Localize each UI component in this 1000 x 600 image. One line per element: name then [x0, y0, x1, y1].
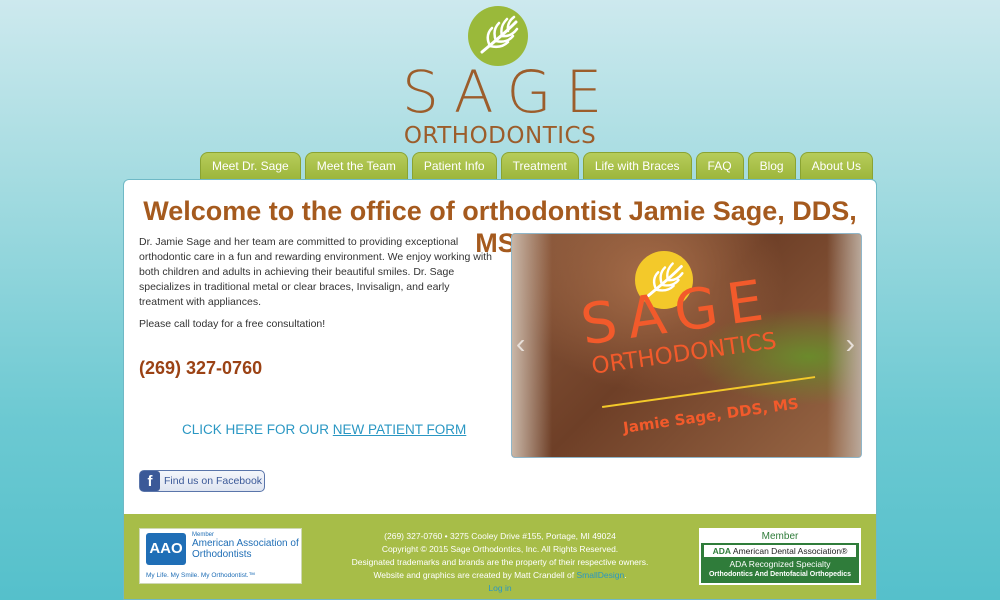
aao-name: American Association of Orthodontists — [192, 538, 299, 560]
credit-suffix: . — [624, 570, 627, 580]
aao-logo-icon: AAO — [146, 533, 186, 565]
phone-number[interactable]: (269) 327-0760 — [139, 358, 262, 379]
new-patient-form-link[interactable]: NEW PATIENT FORM — [333, 422, 467, 437]
footer-trademarks: Designated trademarks and brands are the… — [351, 557, 649, 567]
site-logo[interactable]: SAGE ORTHODONTICS — [392, 6, 608, 151]
ada-association: ADA American Dental Association® — [704, 545, 856, 557]
logo-subtitle: ORTHODONTICS — [403, 123, 597, 149]
call-text: Please call today for a free consultatio… — [139, 318, 326, 330]
sage-leaf-icon — [468, 6, 528, 66]
slideshow-prev-arrow[interactable]: ‹ — [516, 330, 525, 358]
footer-info: (269) 327-0760 • 3275 Cooley Drive #155,… — [324, 530, 676, 595]
aao-tagline: My Life. My Smile. My Orthodontist.™ — [146, 572, 256, 579]
footer: AAO Member American Association of Ortho… — [124, 514, 876, 599]
new-patient-form-cta: CLICK HERE FOR OUR NEW PATIENT FORM — [182, 422, 466, 437]
footer-contact: (269) 327-0760 • 3275 Cooley Drive #155,… — [384, 531, 616, 541]
smalldesign-link[interactable]: SmallDesign — [576, 570, 624, 580]
ada-member-badge[interactable]: Member ADA American Dental Association® … — [699, 528, 861, 585]
intro-text: Dr. Jamie Sage and her team are committe… — [139, 235, 494, 339]
aao-member-badge[interactable]: AAO Member American Association of Ortho… — [139, 528, 302, 584]
facebook-label: Find us on Facebook — [164, 475, 263, 487]
ada-assoc-name: American Dental Association® — [732, 546, 848, 556]
nav-blog[interactable]: Blog — [747, 152, 796, 180]
nav-patient-info[interactable]: Patient Info — [411, 152, 497, 180]
slideshow-next-arrow[interactable]: › — [846, 330, 855, 358]
form-link-prefix: CLICK HERE FOR OUR — [182, 422, 330, 437]
nav-meet-the-team[interactable]: Meet the Team — [304, 152, 408, 180]
ada-recognized: ADA Recognized Specialty — [729, 559, 831, 569]
nav-about-us[interactable]: About Us — [799, 152, 873, 180]
login-link[interactable]: Log in — [324, 582, 676, 595]
intro-paragraph: Dr. Jamie Sage and her team are committe… — [139, 236, 492, 308]
footer-copyright: Copyright © 2015 Sage Orthodontics, Inc.… — [381, 544, 619, 554]
footer-credit: Website and graphics are created by Matt… — [324, 569, 676, 582]
content-card: Welcome to the office of orthodontist Ja… — [123, 179, 877, 600]
ada-abbr: ADA — [712, 546, 732, 556]
ada-specialty: Orthodontics And Dentofacial Orthopedics — [708, 571, 852, 578]
credit-prefix: Website and graphics are created by Matt… — [373, 570, 575, 580]
ada-member-label: Member — [701, 530, 859, 543]
main-nav: Meet Dr. Sage Meet the Team Patient Info… — [200, 152, 873, 180]
facebook-icon: f — [140, 471, 160, 491]
slide-door-frame-right — [827, 234, 861, 457]
nav-faq[interactable]: FAQ — [695, 152, 744, 180]
office-slideshow[interactable]: SAGE ORTHODONTICS Jamie Sage, DDS, MS ‹ … — [511, 233, 862, 458]
nav-meet-dr-sage[interactable]: Meet Dr. Sage — [200, 152, 301, 180]
logo-title: SAGE — [402, 58, 617, 126]
nav-life-with-braces[interactable]: Life with Braces — [582, 152, 692, 180]
facebook-button[interactable]: f Find us on Facebook — [139, 470, 265, 492]
nav-treatment[interactable]: Treatment — [500, 152, 579, 180]
